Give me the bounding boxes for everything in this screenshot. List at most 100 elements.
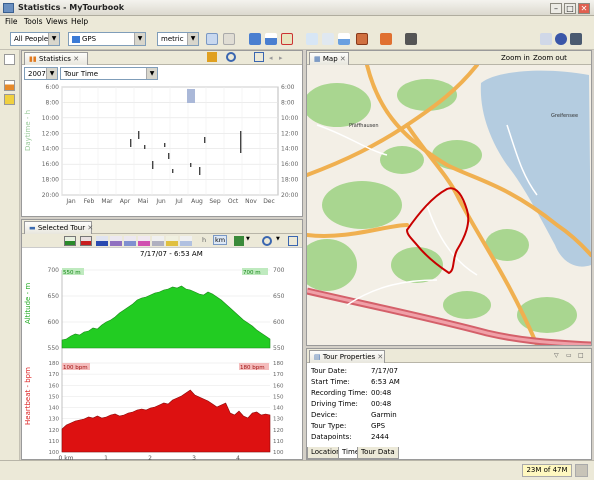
zoom-in-button[interactable]: Zoom in bbox=[501, 54, 530, 62]
close-icon[interactable]: ✕ bbox=[377, 353, 383, 361]
stats-month-label: Mai bbox=[138, 198, 149, 205]
heartbeat-tick-right: 160 bbox=[273, 383, 284, 389]
person-icon[interactable] bbox=[356, 33, 368, 45]
distance-axis-button[interactable]: km bbox=[213, 235, 228, 245]
altimeter-graph-icon[interactable] bbox=[180, 236, 192, 246]
heartbeat-left-badge-text: 100 bpm bbox=[63, 365, 88, 371]
chevron-down-icon: ▼ bbox=[48, 33, 59, 45]
statistics-icon[interactable] bbox=[4, 80, 15, 91]
fit-icon[interactable] bbox=[254, 52, 264, 62]
tab-tour-properties[interactable]: ▤ Tour Properties ✕ bbox=[309, 350, 385, 363]
property-value: 7/17/07 bbox=[371, 367, 398, 375]
chevron-down-icon[interactable]: ▼ bbox=[276, 236, 280, 242]
tour-view-icon[interactable] bbox=[249, 33, 261, 45]
speed-graph-icon[interactable] bbox=[96, 236, 108, 246]
people-select-value: All People bbox=[14, 35, 49, 43]
units-select[interactable]: metric ▼ bbox=[157, 32, 199, 46]
tab-statistics[interactable]: ▮▮ Statistics ✕ bbox=[24, 52, 88, 65]
chevron-down-icon[interactable]: ▼ bbox=[246, 236, 250, 242]
altitude-graph-icon[interactable] bbox=[64, 236, 76, 246]
cadence-graph-icon[interactable] bbox=[138, 236, 150, 246]
zoom-icon[interactable] bbox=[226, 52, 236, 62]
tab-selected-tour[interactable]: ▬ Selected Tour ✕ bbox=[24, 221, 93, 234]
heartbeat-tick-right: 100 bbox=[273, 450, 284, 456]
tour-time-mark bbox=[152, 161, 154, 169]
tour-properties-header: ▤ Tour Properties ✕ ▽ ▭ □ bbox=[307, 349, 591, 363]
maximize-button[interactable]: □ bbox=[564, 3, 576, 14]
map-tab-icon: ▦ bbox=[314, 55, 321, 63]
tab-map-label: Map bbox=[322, 55, 338, 63]
close-icon[interactable]: ✕ bbox=[340, 55, 346, 63]
perspective-icon[interactable] bbox=[540, 33, 552, 45]
menu-bar: File Tools Views Help bbox=[0, 16, 594, 28]
minimize-view-icon[interactable]: ▭ bbox=[566, 352, 572, 359]
app-icon bbox=[3, 3, 14, 13]
property-label: Datapoints: bbox=[311, 433, 352, 441]
globe-icon[interactable] bbox=[555, 33, 567, 45]
pace-graph-icon[interactable] bbox=[110, 236, 122, 246]
property-value: 2444 bbox=[371, 433, 389, 441]
menu-views[interactable]: Views bbox=[46, 17, 68, 26]
tab-tour-data[interactable]: Tour Data bbox=[357, 447, 399, 459]
year-select[interactable]: 2007 ▼ bbox=[24, 67, 58, 80]
tools-icon[interactable] bbox=[281, 33, 293, 45]
save-icon[interactable] bbox=[223, 33, 235, 45]
people-select[interactable]: All People ▼ bbox=[10, 32, 60, 46]
altitude-tick: 650 bbox=[48, 293, 60, 300]
back-icon[interactable]: ◂ bbox=[269, 54, 273, 62]
graph-options-icon[interactable] bbox=[234, 236, 244, 246]
chevron-down-icon: ▼ bbox=[46, 68, 57, 79]
year-select-value: 2007 bbox=[28, 70, 46, 78]
menu-file[interactable]: File bbox=[5, 17, 18, 26]
zoom-out-button[interactable]: Zoom out bbox=[533, 54, 567, 62]
tour-time-mark bbox=[204, 137, 206, 143]
camera-icon[interactable] bbox=[570, 33, 582, 45]
selected-tour-view: ▬ Selected Tour ✕ h km ▼ ▼ 7/17/07 - 6:5… bbox=[21, 219, 303, 460]
heartbeat-tick-right: 120 bbox=[273, 428, 284, 434]
statistic-type-select[interactable]: Tour Time ▼ bbox=[60, 67, 158, 80]
units-select-value: metric bbox=[161, 35, 184, 43]
stats-y-tick-right: 18:00 bbox=[281, 177, 298, 184]
close-icon[interactable]: ✕ bbox=[87, 224, 93, 232]
menu-help[interactable]: Help bbox=[71, 17, 88, 26]
import-icon[interactable] bbox=[206, 33, 218, 45]
chart-icon[interactable] bbox=[265, 33, 277, 45]
minimize-button[interactable]: – bbox=[550, 3, 562, 14]
fit-icon[interactable] bbox=[288, 236, 298, 246]
stats-month-label: Jan bbox=[65, 198, 75, 205]
tab-map[interactable]: ▦ Map ✕ bbox=[309, 52, 349, 65]
gradient-graph-icon[interactable] bbox=[152, 236, 164, 246]
property-label: Driving Time: bbox=[311, 400, 358, 408]
trash-icon[interactable] bbox=[575, 464, 588, 477]
map-canvas[interactable]: Pfäffhausen Greifensee bbox=[307, 65, 591, 345]
graph-icon[interactable] bbox=[338, 33, 350, 45]
tour-book-icon[interactable] bbox=[4, 54, 15, 65]
close-button[interactable]: ✕ bbox=[578, 3, 590, 14]
forward-icon[interactable]: ▸ bbox=[279, 54, 283, 62]
tour-properties-table: Tour Date: 7/17/07 Start Time: 6:53 AM Recor… bbox=[311, 367, 400, 444]
menu-tools[interactable]: Tools bbox=[24, 17, 42, 26]
tour-time-chart: 6:00 6:00 8:00 8:00 10:00 10:00 12:00 12:00 14:0… bbox=[42, 84, 299, 205]
heartbeat-graph-icon[interactable] bbox=[80, 236, 92, 246]
view-menu-icon[interactable]: ▽ bbox=[554, 352, 559, 359]
stats-y-tick-right: 8:00 bbox=[281, 99, 295, 106]
gps-icon bbox=[72, 35, 80, 43]
time-axis-icon[interactable]: h bbox=[202, 236, 206, 244]
altitude-tick: 550 bbox=[48, 345, 60, 352]
sync-icon[interactable] bbox=[207, 52, 217, 62]
compare-icon[interactable] bbox=[322, 33, 334, 45]
zoom-icon[interactable] bbox=[262, 236, 272, 246]
window-title: Statistics - MyTourbook bbox=[18, 3, 125, 12]
device-select[interactable]: GPS ▼ bbox=[68, 32, 146, 46]
device-icon[interactable] bbox=[405, 33, 417, 45]
tab-tour-properties-label: Tour Properties bbox=[322, 353, 376, 361]
calendar-icon[interactable] bbox=[4, 94, 15, 105]
power-graph-icon[interactable] bbox=[166, 236, 178, 246]
tour-graph-svg: 700 700 650 650 600 600 550 550 180 180 170 170 160 1… bbox=[48, 267, 285, 460]
close-icon[interactable]: ✕ bbox=[73, 55, 79, 63]
maximize-view-icon[interactable]: □ bbox=[578, 352, 584, 359]
temperature-graph-icon[interactable] bbox=[124, 236, 136, 246]
delete-icon[interactable] bbox=[380, 33, 392, 45]
pointer-icon[interactable] bbox=[306, 33, 318, 45]
stats-month-label: Oct bbox=[228, 198, 239, 205]
